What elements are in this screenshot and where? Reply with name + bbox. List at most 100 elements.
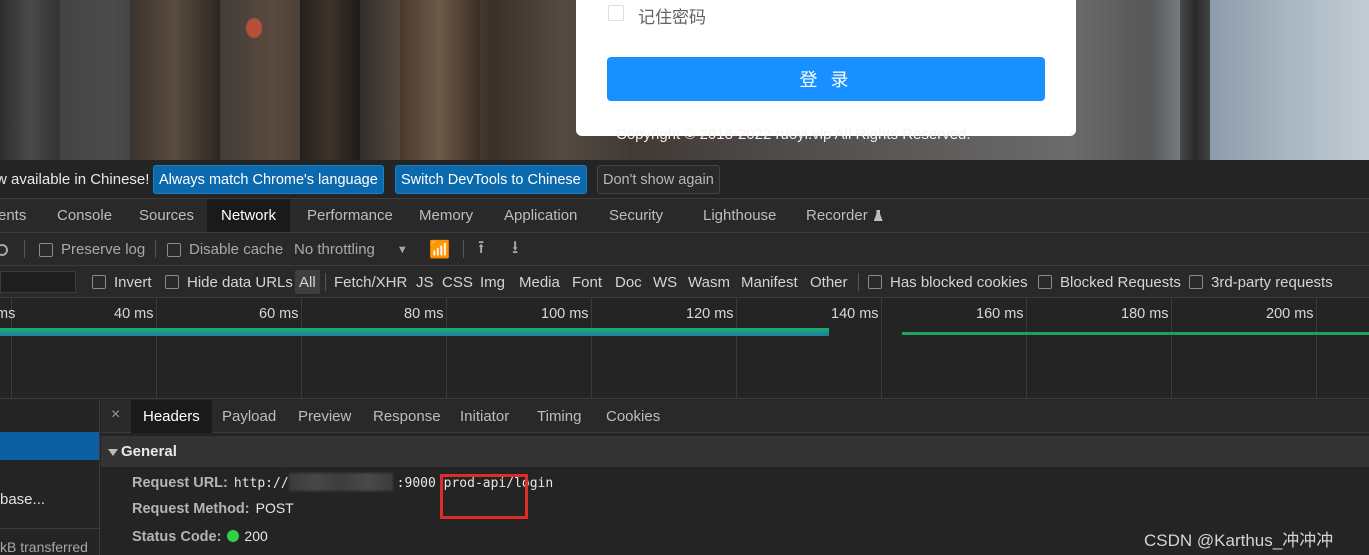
- tab-recorder[interactable]: Recorder: [806, 199, 883, 232]
- timeline-gridline: [881, 298, 882, 399]
- request-method-row: Request Method: POST: [132, 500, 294, 517]
- request-method-key: Request Method:: [132, 501, 250, 517]
- timeline-tick-label: 80 ms: [404, 306, 444, 322]
- dont-show-again-button[interactable]: Don't show again: [597, 165, 720, 194]
- filter-img[interactable]: Img: [480, 266, 505, 298]
- tab-payload[interactable]: Payload: [222, 400, 276, 433]
- login-card: 记住密码 登 录: [576, 0, 1076, 136]
- tab-console[interactable]: Console: [57, 199, 112, 232]
- filter-doc[interactable]: Doc: [615, 266, 642, 298]
- remember-password-label: 记住密码: [638, 8, 706, 27]
- search-icon[interactable]: [0, 233, 8, 266]
- request-url-prefix[interactable]: http://: [234, 476, 289, 491]
- copyright-text: Copyright © 2018-2022 ruoyi.vip All Righ…: [616, 126, 971, 143]
- tab-security[interactable]: Security: [609, 199, 663, 232]
- preserve-log-checkbox[interactable]: Preserve log: [39, 233, 145, 266]
- login-button[interactable]: 登 录: [607, 57, 1045, 101]
- throttling-select[interactable]: No throttling ▼: [294, 233, 408, 266]
- filter-wasm[interactable]: Wasm: [688, 266, 730, 298]
- filter-manifest[interactable]: Manifest: [741, 266, 798, 298]
- background-plank: [300, 0, 360, 160]
- filter-other[interactable]: Other: [810, 266, 848, 298]
- tab-memory[interactable]: Memory: [419, 199, 473, 232]
- checkbox-icon: [167, 242, 181, 257]
- filter-css[interactable]: CSS: [442, 266, 473, 298]
- infobar-message: w available in Chinese!: [0, 171, 150, 188]
- filter-input[interactable]: [0, 271, 76, 293]
- tab-recorder-label: Recorder: [806, 207, 868, 224]
- filter-all[interactable]: All: [295, 270, 320, 294]
- annotation-highlight-box: [440, 474, 528, 519]
- disable-cache-checkbox[interactable]: Disable cache: [167, 233, 283, 266]
- has-blocked-cookies-checkbox[interactable]: Has blocked cookies: [868, 266, 1028, 298]
- filter-font[interactable]: Font: [572, 266, 602, 298]
- hide-data-urls-checkbox[interactable]: Hide data URLs: [165, 266, 293, 298]
- throttling-label: No throttling: [294, 241, 375, 258]
- tab-preview[interactable]: Preview: [298, 400, 351, 433]
- toolbar-divider: [463, 240, 464, 258]
- timeline-gridline: [1171, 298, 1172, 399]
- timeline-tick-label: 60 ms: [259, 306, 299, 322]
- timeline-gridline: [446, 298, 447, 399]
- preserve-log-label: Preserve log: [61, 241, 146, 258]
- background-plank: [400, 0, 480, 160]
- network-toolbar: Preserve log Disable cache No throttling…: [0, 233, 1369, 266]
- network-filter-bar: Invert Hide data URLs All Fetch/XHR JS C…: [0, 266, 1369, 298]
- has-blocked-cookies-label: Has blocked cookies: [890, 273, 1028, 291]
- filter-divider: [858, 273, 859, 291]
- timeline-gridline: [1316, 298, 1317, 399]
- always-match-language-button[interactable]: Always match Chrome's language: [153, 165, 384, 194]
- timeline-gridline: [301, 298, 302, 399]
- tab-headers[interactable]: Headers: [131, 400, 212, 433]
- timeline-tick-label: 160 ms: [976, 306, 1024, 322]
- request-name[interactable]: base...: [0, 491, 45, 508]
- detail-tabs: × Headers Payload Preview Response Initi…: [101, 400, 1369, 433]
- third-party-requests-checkbox[interactable]: 3rd-party requests: [1189, 266, 1333, 298]
- status-code-key: Status Code:: [132, 529, 222, 545]
- remember-password-checkbox[interactable]: [608, 5, 624, 21]
- export-har-icon[interactable]: ⭳: [512, 233, 518, 266]
- request-url-key: Request URL:: [132, 475, 228, 491]
- selected-request-row[interactable]: [0, 432, 99, 460]
- tab-timing[interactable]: Timing: [537, 400, 581, 433]
- timeline-tick-label: 120 ms: [686, 306, 734, 322]
- network-overview-timeline[interactable]: ms 40 ms 60 ms 80 ms 100 ms 120 ms 140 m…: [0, 298, 1369, 399]
- tab-response[interactable]: Response: [373, 400, 441, 433]
- dropdown-arrow-icon: ▼: [396, 243, 408, 256]
- network-conditions-icon[interactable]: 📶: [429, 233, 450, 266]
- filter-js[interactable]: JS: [416, 266, 434, 298]
- disable-cache-label: Disable cache: [189, 241, 284, 258]
- tab-initiator[interactable]: Initiator: [460, 400, 509, 433]
- tab-sources[interactable]: Sources: [139, 199, 194, 232]
- tab-application[interactable]: Application: [504, 199, 577, 232]
- request-method-value[interactable]: POST: [256, 500, 294, 516]
- timeline-tick-label: 200 ms: [1266, 306, 1314, 322]
- caret-down-icon: [108, 449, 118, 456]
- invert-checkbox[interactable]: Invert: [92, 266, 152, 298]
- checkbox-icon: [1038, 275, 1052, 289]
- blocked-requests-checkbox[interactable]: Blocked Requests: [1038, 266, 1181, 298]
- general-section-title: General: [121, 443, 177, 460]
- devtools-main-tabs: ents Console Sources Network Performance…: [0, 199, 1369, 233]
- status-ok-icon: [227, 530, 240, 542]
- watermark: CSDN @Karthus_冲冲冲: [1144, 531, 1334, 550]
- filter-media[interactable]: Media: [519, 266, 560, 298]
- timeline-tick-label: 100 ms: [541, 306, 589, 322]
- background-plank: [130, 0, 220, 160]
- timeline-tick-label: ms: [0, 306, 16, 322]
- switch-devtools-chinese-button[interactable]: Switch DevTools to Chinese: [395, 165, 587, 194]
- status-code-row: Status Code: 200: [132, 528, 268, 545]
- tab-cookies[interactable]: Cookies: [606, 400, 660, 433]
- close-icon[interactable]: ×: [111, 406, 120, 424]
- blocked-requests-label: Blocked Requests: [1060, 273, 1181, 291]
- filter-ws[interactable]: WS: [653, 266, 677, 298]
- background-light: [246, 18, 262, 38]
- general-section-header[interactable]: General: [101, 436, 1369, 467]
- import-har-icon[interactable]: ⭱: [478, 233, 484, 266]
- tab-network[interactable]: Network: [207, 199, 291, 232]
- filter-fetch-xhr[interactable]: Fetch/XHR: [334, 266, 407, 298]
- tab-elements[interactable]: ents: [0, 199, 26, 232]
- status-code-value[interactable]: 200: [244, 528, 267, 544]
- tab-lighthouse[interactable]: Lighthouse: [703, 199, 776, 232]
- tab-performance[interactable]: Performance: [307, 199, 393, 232]
